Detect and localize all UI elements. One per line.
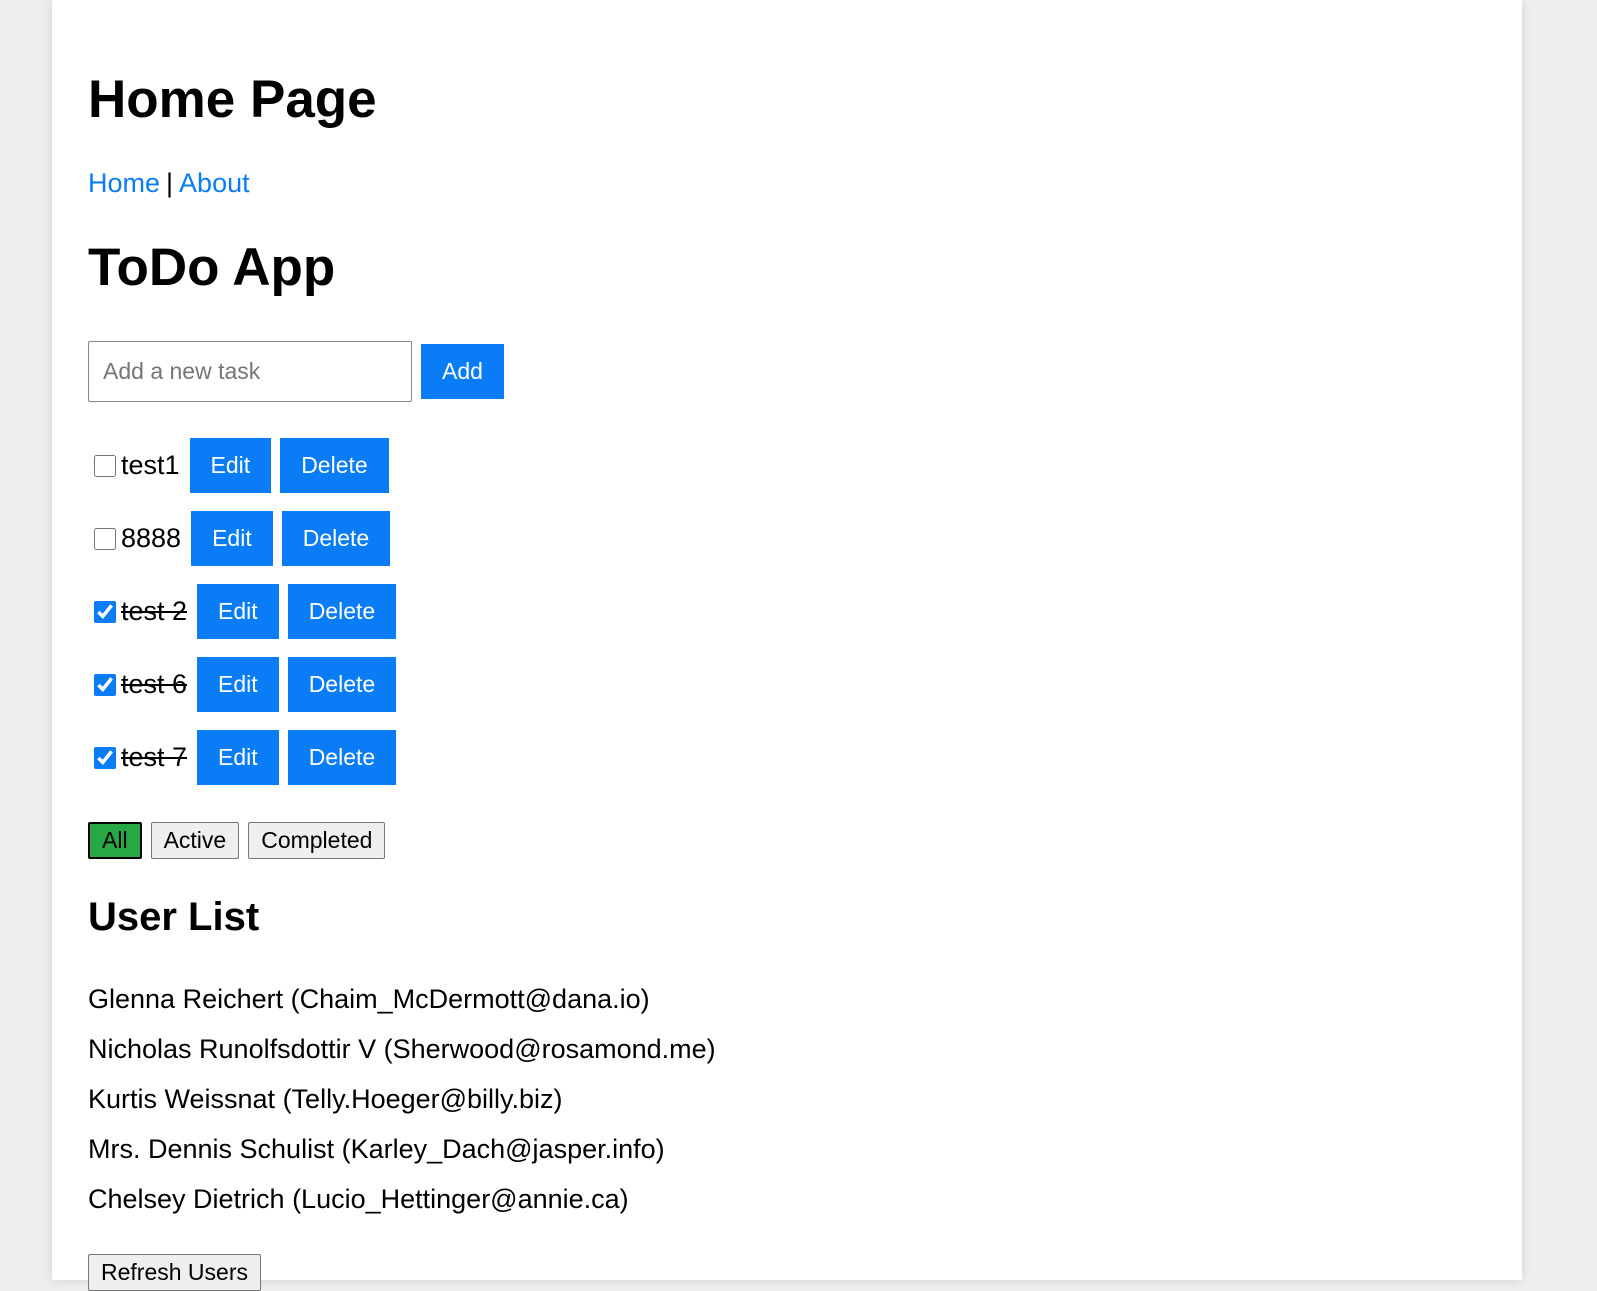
filter-all-button[interactable]: All bbox=[88, 822, 142, 859]
page-title: Home Page bbox=[88, 70, 377, 129]
todo-complete-checkbox[interactable] bbox=[94, 673, 116, 696]
todo-text: test 2 bbox=[121, 596, 188, 626]
todo-text: test 7 bbox=[121, 742, 188, 772]
todo-text: test 6 bbox=[121, 669, 188, 699]
todo-delete-button[interactable]: Delete bbox=[287, 730, 397, 785]
todo-edit-button[interactable]: Edit bbox=[197, 730, 279, 785]
todo-item: test 7 Edit Delete bbox=[88, 730, 405, 785]
todo-complete-checkbox[interactable] bbox=[94, 527, 116, 550]
user-list-item: Mrs. Dennis Schulist (Karley_Dach@jasper… bbox=[88, 1134, 665, 1164]
todo-delete-button[interactable]: Delete bbox=[280, 438, 389, 493]
todo-complete-checkbox[interactable] bbox=[94, 454, 116, 477]
todo-delete-button[interactable]: Delete bbox=[281, 511, 391, 566]
nav-link-about[interactable]: About bbox=[179, 168, 250, 198]
new-task-input[interactable] bbox=[88, 341, 412, 402]
todo-delete-button[interactable]: Delete bbox=[287, 584, 397, 639]
user-list-item: Kurtis Weissnat (Telly.Hoeger@billy.biz) bbox=[88, 1084, 563, 1114]
add-task-button[interactable]: Add bbox=[421, 344, 504, 399]
todo-item: 8888 Edit Delete bbox=[88, 511, 405, 566]
nav-link-home[interactable]: Home bbox=[88, 168, 160, 198]
user-list-item: Chelsey Dietrich (Lucio_Hettinger@annie.… bbox=[88, 1184, 629, 1214]
todo-edit-button[interactable]: Edit bbox=[197, 657, 279, 712]
filter-active-button[interactable]: Active bbox=[150, 822, 240, 859]
todo-item: test 6 Edit Delete bbox=[88, 657, 405, 712]
todo-text: 8888 bbox=[121, 523, 182, 553]
user-list: Glenna Reichert (Chaim_McDermott@dana.io… bbox=[88, 982, 716, 1232]
todo-text: test1 bbox=[121, 450, 180, 480]
todo-list: test1 Edit Delete 8888 Edit Delete test … bbox=[88, 438, 405, 803]
todo-complete-checkbox[interactable] bbox=[94, 746, 116, 769]
add-task-row: Add bbox=[88, 341, 504, 402]
todo-app-title: ToDo App bbox=[88, 238, 336, 297]
todo-edit-button[interactable]: Edit bbox=[191, 511, 273, 566]
filter-completed-button[interactable]: Completed bbox=[248, 822, 386, 859]
page-container: Home Page Home|About ToDo App Add test1 … bbox=[52, 0, 1522, 1291]
todo-edit-button[interactable]: Edit bbox=[189, 438, 272, 493]
user-list-item: Nicholas Runolfsdottir V (Sherwood@rosam… bbox=[88, 1034, 716, 1064]
todo-complete-checkbox[interactable] bbox=[94, 600, 116, 623]
nav-separator: | bbox=[166, 168, 174, 198]
todo-item: test 2 Edit Delete bbox=[88, 584, 405, 639]
todo-item: test1 Edit Delete bbox=[88, 438, 405, 493]
top-nav: Home | About bbox=[88, 166, 250, 200]
todo-filters: All Active Completed bbox=[88, 822, 386, 859]
refresh-users-button[interactable]: Refresh Users bbox=[88, 1254, 261, 1291]
user-list-title: User List bbox=[88, 895, 260, 939]
todo-edit-button[interactable]: Edit bbox=[197, 584, 279, 639]
user-list-item: Glenna Reichert (Chaim_McDermott@dana.io… bbox=[88, 984, 650, 1014]
todo-delete-button[interactable]: Delete bbox=[287, 657, 397, 712]
